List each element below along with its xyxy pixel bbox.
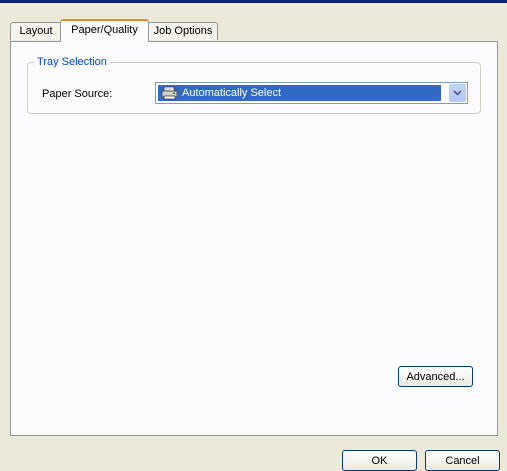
tab-paper-quality[interactable]: Paper/Quality — [60, 19, 149, 42]
paper-source-label: Paper Source: — [42, 88, 113, 100]
tray-selection-group: Tray Selection Paper Source: Automatical… — [27, 55, 481, 114]
printer-tray-icon — [161, 86, 178, 100]
chevron-down-icon — [453, 90, 462, 96]
paper-source-value-text: Automatically Select — [182, 87, 282, 99]
tab-layout[interactable]: Layout — [10, 22, 62, 40]
advanced-button[interactable]: Advanced... — [398, 366, 473, 387]
paper-source-selected-value: Automatically Select — [158, 85, 441, 101]
dropdown-arrow-button[interactable] — [449, 84, 466, 102]
tab-job-options[interactable]: Job Options — [148, 22, 218, 40]
cancel-button[interactable]: Cancel — [425, 450, 500, 471]
tray-selection-title: Tray Selection — [34, 55, 110, 69]
ok-button[interactable]: OK — [342, 450, 417, 471]
window-top-edge — [0, 0, 507, 3]
paper-source-select[interactable]: Automatically Select — [155, 82, 468, 104]
tab-panel-paper-quality: Tray Selection Paper Source: Automatical… — [10, 41, 498, 436]
